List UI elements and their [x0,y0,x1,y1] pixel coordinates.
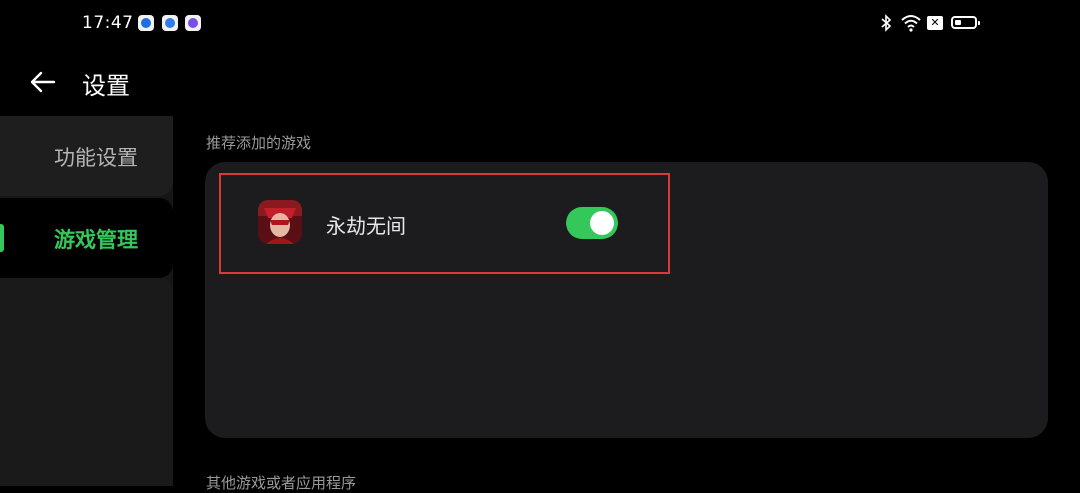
game-name: 永劫无间 [326,214,406,238]
toggle-knob [590,211,614,235]
sidebar: 功能设置 游戏管理 [0,116,173,486]
sidebar-item-function-settings[interactable]: 功能设置 [0,116,173,196]
bluetooth-icon [881,14,892,32]
arrow-left-icon[interactable] [30,70,56,94]
status-bar: 17:47 ✕ [0,0,1080,46]
page-title: 设置 [82,72,130,100]
sidebar-item-game-management[interactable]: 游戏管理 [0,198,173,278]
sidebar-item-label: 功能设置 [54,146,138,170]
selected-indicator [0,224,4,252]
no-sim-icon: ✕ [927,16,943,30]
wifi-icon [901,15,921,32]
game-app-icon [258,200,302,244]
status-time: 17:47 [82,13,134,33]
app-icon-1 [138,15,154,31]
sidebar-item-label: 游戏管理 [54,228,138,252]
battery-icon [951,16,980,29]
section-title-recommended: 推荐添加的游戏 [206,134,312,152]
app-icon-3 [185,15,201,31]
app-icon-2 [162,15,178,31]
sidebar-empty-area [0,278,173,486]
section-title-other: 其他游戏或者应用程序 [206,474,357,492]
game-toggle-switch[interactable] [566,207,618,239]
